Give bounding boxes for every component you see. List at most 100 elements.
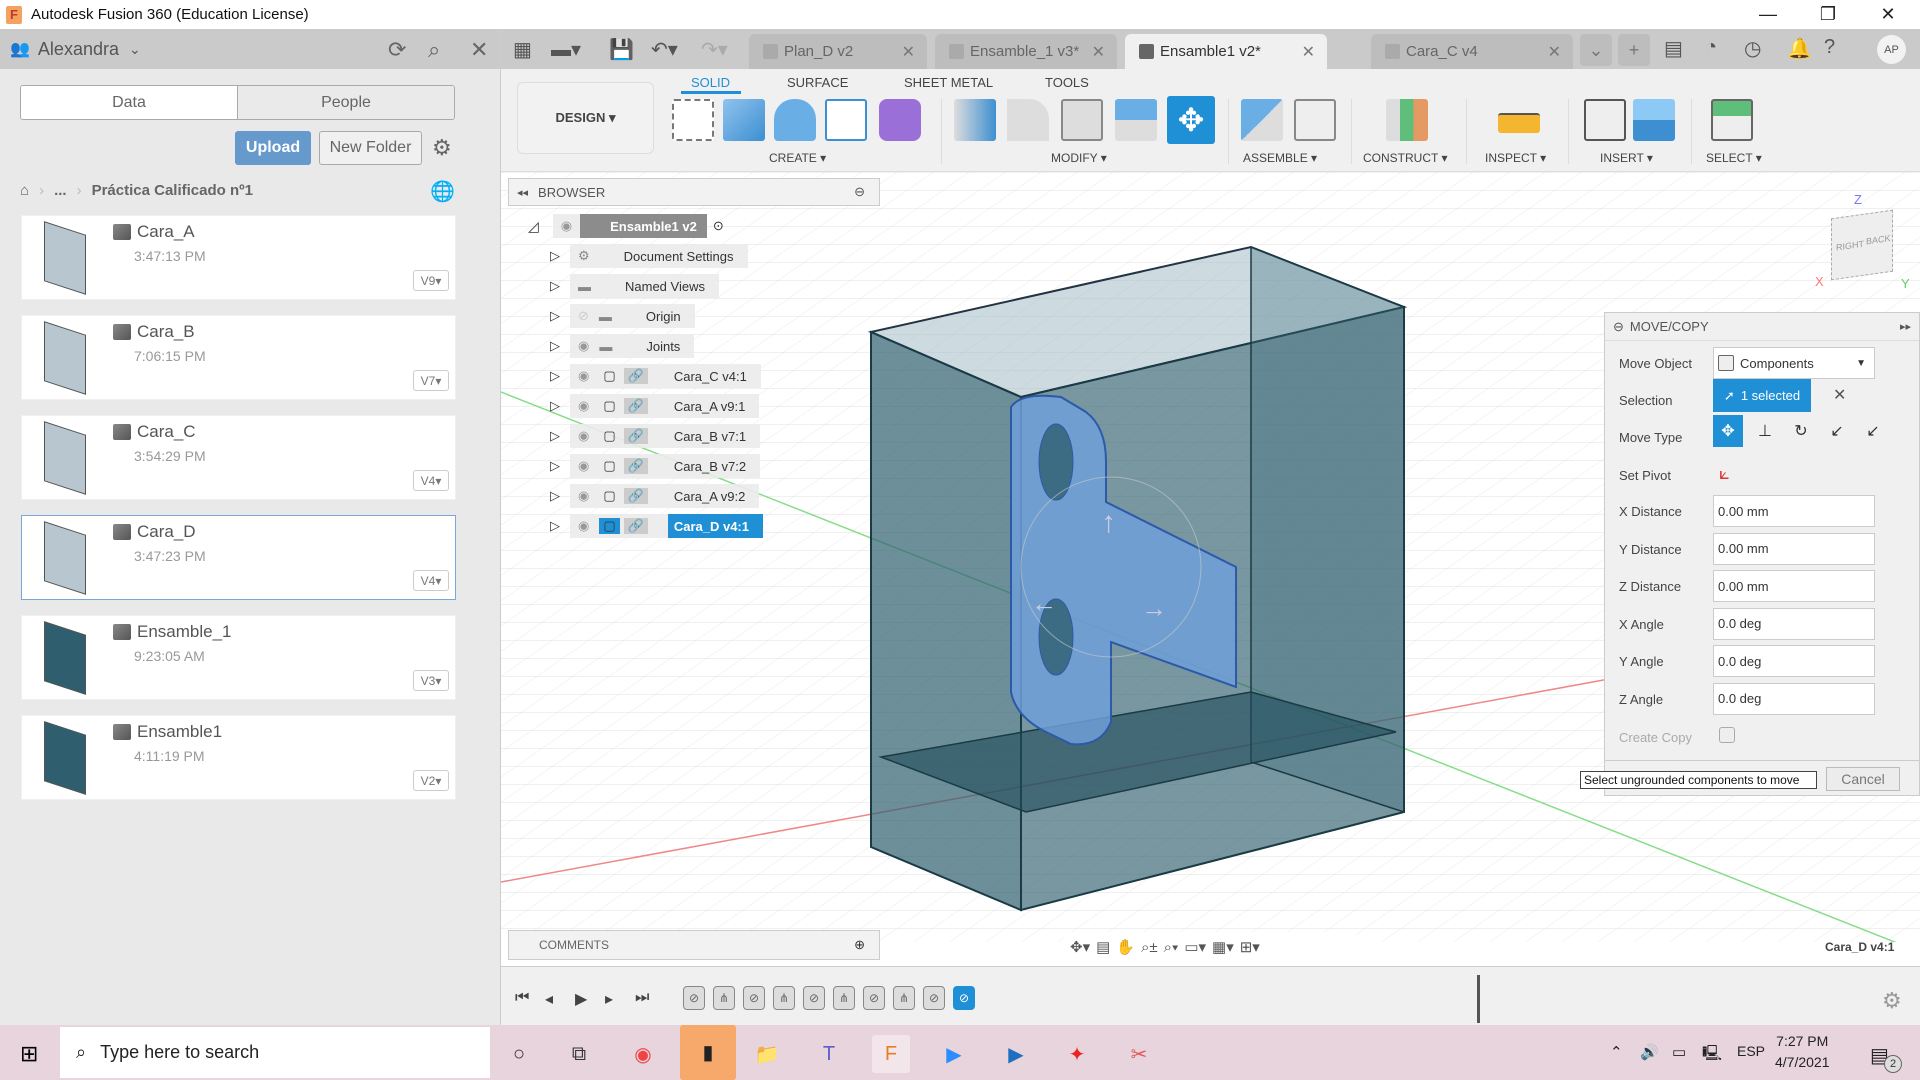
file-name[interactable]: Cara_D	[113, 522, 196, 542]
file-name[interactable]: Cara_A	[113, 222, 195, 242]
manipulator-arrow-up[interactable]: ↑	[1101, 506, 1116, 539]
value-input[interactable]: 0.0 deg	[1713, 682, 1875, 715]
upload-button[interactable]: Upload	[235, 131, 311, 165]
browser-node[interactable]: ▷ ◉ ▢ 🔗 Cara_D v4:1	[550, 514, 763, 538]
user-name[interactable]: Alexandra	[38, 39, 119, 60]
file-thumbnail[interactable]	[22, 216, 107, 301]
version-dropdown[interactable]: V3 ▾	[413, 670, 449, 691]
windows-start-icon[interactable]: ⊞	[20, 1041, 38, 1067]
document-tab[interactable]: Ensamble_1 v3* ✕	[935, 34, 1117, 69]
visibility-eye-icon[interactable]: ◉	[578, 488, 589, 504]
file-menu-icon[interactable]: ▬▾	[551, 37, 581, 62]
timeline-feature[interactable]: ⊘	[923, 986, 945, 1010]
tab-people[interactable]: People	[237, 86, 454, 119]
gear-icon[interactable]: ⚙	[432, 135, 452, 161]
create-sketch-icon[interactable]	[672, 99, 714, 141]
rotate-icon[interactable]: ↻	[1786, 415, 1816, 447]
restore-button[interactable]: ❐	[1800, 0, 1856, 29]
cancel-button[interactable]: Cancel	[1826, 767, 1900, 791]
browser-minimize-icon[interactable]: ⊖	[854, 184, 865, 200]
new-folder-button[interactable]: New Folder	[319, 131, 422, 165]
browser-node-label[interactable]: Cara_B v7:1	[667, 424, 761, 448]
tray-chevron-icon[interactable]: ⌃	[1610, 1043, 1623, 1061]
zoom-app-icon[interactable]: ▶	[935, 1035, 973, 1073]
file-name[interactable]: Ensamble_1	[113, 622, 232, 642]
visibility-eye-icon[interactable]: ◉	[578, 398, 589, 414]
modify-menu[interactable]: MODIFY ▾	[1051, 151, 1107, 165]
step-back-icon[interactable]: ◂	[545, 989, 553, 1009]
root-component-label[interactable]: Ensamble1 v2	[580, 214, 707, 238]
manipulator-arrow-left[interactable]: ←	[1031, 588, 1057, 618]
collapse-browser-icon[interactable]: ◂◂	[517, 186, 528, 199]
comments-icon[interactable]: ▤	[1664, 36, 1683, 61]
move-copy-icon[interactable]: ✥	[1167, 96, 1215, 144]
timeline-feature[interactable]: ⊘	[803, 986, 825, 1010]
timeline-feature[interactable]: ⋔	[713, 986, 735, 1010]
view-cube[interactable]: Z RIGHT BACK X Y	[1813, 192, 1910, 292]
free-move-icon[interactable]: ✥	[1713, 415, 1743, 447]
browser-node-label[interactable]: Joints	[640, 334, 695, 358]
expand-triangle-icon[interactable]: ▷	[550, 278, 560, 294]
expand-triangle-icon[interactable]: ▷	[550, 368, 560, 384]
media-app-icon[interactable]: ▶	[997, 1035, 1035, 1073]
dialog-expand-icon[interactable]: ▸▸	[1900, 320, 1911, 333]
version-dropdown[interactable]: V2 ▾	[413, 770, 449, 791]
select-menu[interactable]: SELECT ▾	[1706, 151, 1762, 165]
construct-menu[interactable]: CONSTRUCT ▾	[1363, 151, 1447, 165]
search-icon[interactable]: ⌕	[428, 37, 440, 63]
visibility-eye-icon[interactable]: ◉	[578, 458, 589, 474]
tab-overflow-button[interactable]: ⌄	[1580, 34, 1612, 66]
expand-triangle-icon[interactable]: ▷	[550, 488, 560, 504]
split-body-icon[interactable]	[1115, 99, 1157, 141]
browser-node[interactable]: ▷ ▬ Named Views	[550, 274, 719, 298]
file-thumbnail[interactable]	[22, 516, 107, 601]
visibility-eye-icon[interactable]: ◉	[578, 428, 589, 444]
file-thumbnail[interactable]	[22, 416, 107, 501]
file-thumbnail[interactable]	[22, 716, 107, 801]
point-to-position-icon[interactable]: ↙	[1858, 415, 1888, 447]
file-card[interactable]: Ensamble1 4:11:19 PM V2 ▾	[21, 715, 456, 800]
collapse-triangle-icon[interactable]: ◿	[528, 218, 539, 235]
file-name[interactable]: Cara_B	[113, 322, 195, 342]
hidden-eye-icon[interactable]: ⊘	[578, 308, 589, 324]
play-icon[interactable]: ▶	[575, 989, 587, 1009]
settings-gear-icon[interactable]: ⚙	[1882, 988, 1902, 1014]
viewcube-face-right[interactable]: RIGHT	[1836, 239, 1864, 253]
close-tab-icon[interactable]: ✕	[902, 42, 915, 62]
browser-root[interactable]: ◿ ◉ Ensamble1 v2 ⊙	[528, 214, 724, 238]
file-name[interactable]: Ensamble1	[113, 722, 222, 742]
globe-visibility-icon[interactable]: 🌐	[430, 179, 455, 204]
visibility-eye-icon[interactable]: ◉	[552, 214, 581, 238]
document-tab[interactable]: Cara_C v4 ✕	[1371, 34, 1573, 69]
close-tab-icon[interactable]: ✕	[1302, 42, 1315, 62]
expand-triangle-icon[interactable]: ▷	[550, 398, 560, 414]
browser-node-label[interactable]: Cara_D v4:1	[667, 514, 763, 538]
workspace-switcher[interactable]: DESIGN ▾	[517, 82, 654, 154]
redo-icon[interactable]: ↷▾	[701, 37, 728, 62]
browser-node[interactable]: ▷ ◉ ▢ 🔗 Cara_A v9:1	[550, 394, 760, 418]
tab-sheet-metal[interactable]: SHEET METAL	[904, 75, 993, 90]
fillet-icon[interactable]	[1007, 99, 1049, 141]
browser-node-label[interactable]: Cara_A v9:1	[667, 394, 760, 418]
value-input[interactable]: 0.0 deg	[1713, 645, 1875, 677]
network-icon[interactable]: 🖳	[1702, 1043, 1722, 1068]
browser-node-label[interactable]: Cara_A v9:2	[667, 484, 760, 508]
file-thumbnail[interactable]	[22, 616, 107, 701]
document-tab[interactable]: Ensamble1 v2* ✕	[1125, 34, 1327, 69]
cortana-icon[interactable]: ○	[500, 1035, 538, 1073]
create-copy-checkbox[interactable]	[1719, 727, 1735, 743]
viewcube-face-back[interactable]: BACK	[1866, 233, 1891, 246]
clear-selection-icon[interactable]: ✕	[1833, 385, 1846, 405]
translate-icon[interactable]: ⊥	[1750, 415, 1780, 447]
fusion-taskbar-icon[interactable]: F	[872, 1035, 910, 1073]
version-dropdown[interactable]: V7 ▾	[413, 370, 449, 391]
browser-node-label[interactable]: Cara_C v4:1	[667, 364, 761, 388]
move-object-dropdown[interactable]: Components ▼	[1713, 347, 1875, 379]
tab-solid[interactable]: SOLID	[691, 75, 730, 90]
expand-triangle-icon[interactable]: ▷	[550, 308, 560, 324]
notifications-icon[interactable]: 🔔	[1787, 36, 1812, 61]
expand-triangle-icon[interactable]: ▷	[550, 428, 560, 444]
version-dropdown[interactable]: V9 ▾	[413, 270, 449, 291]
tab-tools[interactable]: TOOLS	[1045, 75, 1089, 90]
grid-settings-icon[interactable]: ▦▾	[1212, 938, 1234, 956]
